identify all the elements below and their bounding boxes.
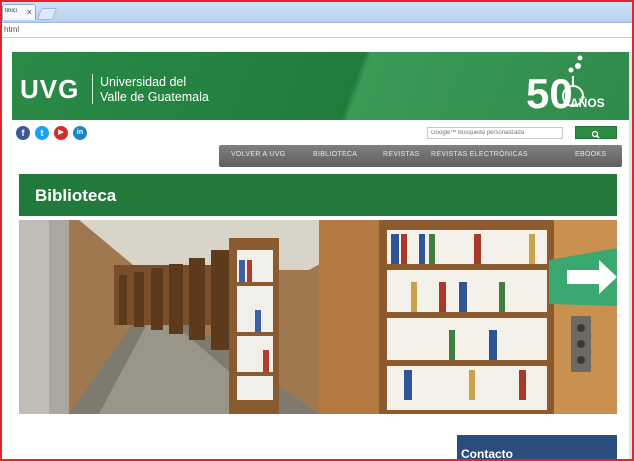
- search-button[interactable]: [575, 126, 617, 139]
- browser-tab[interactable]: tinici ×: [2, 4, 36, 20]
- search-input[interactable]: [427, 127, 563, 139]
- nav-item-ebooks[interactable]: EBOOKS: [575, 151, 606, 158]
- facebook-icon[interactable]: f: [16, 126, 30, 140]
- browser-tab-bar: tinici ×: [2, 2, 632, 23]
- address-bar[interactable]: html: [2, 23, 632, 38]
- university-name: Universidad del Valle de Guatemala: [100, 75, 209, 105]
- nav-item-revistas-electronicas[interactable]: REVISTAS ELECTRÓNICAS: [431, 151, 528, 158]
- twitter-icon[interactable]: t: [35, 126, 49, 140]
- new-tab-button[interactable]: [36, 8, 58, 20]
- address-text: html: [4, 25, 20, 34]
- linkedin-icon[interactable]: in: [73, 126, 87, 140]
- youtube-icon[interactable]: ▶: [54, 126, 68, 140]
- nav-item-biblioteca[interactable]: BIBLIOTECA: [313, 151, 357, 158]
- anniversary-number: 50: [526, 70, 573, 117]
- anniversary-text: AÑOS: [570, 96, 605, 110]
- scrollbar[interactable]: [629, 52, 632, 459]
- page-title: Biblioteca: [35, 186, 117, 205]
- close-icon[interactable]: ×: [27, 6, 32, 18]
- browser-tab-title: tinici: [5, 8, 18, 14]
- logo-divider: [92, 74, 93, 104]
- uvg-logo[interactable]: UVG: [20, 74, 79, 105]
- nav-item-revistas[interactable]: REVISTAS: [383, 151, 420, 158]
- main-nav: VOLVER A UVG BIBLIOTECA REVISTAS REVISTA…: [219, 145, 622, 167]
- university-name-line2: Valle de Guatemala: [100, 90, 209, 104]
- site-header: UVG Universidad del Valle de Guatemala 5…: [12, 52, 630, 120]
- search-icon: [591, 130, 600, 139]
- nav-item-volver[interactable]: VOLVER A UVG: [231, 151, 285, 158]
- library-photo: [19, 220, 617, 414]
- contact-title: Contacto: [461, 447, 513, 461]
- university-name-line1: Universidad del: [100, 75, 187, 89]
- screenshot-frame: tinici × html UVG Universidad del Valle …: [0, 0, 634, 461]
- contact-panel: Contacto: [457, 435, 617, 461]
- page-title-bar: Biblioteca: [19, 174, 617, 216]
